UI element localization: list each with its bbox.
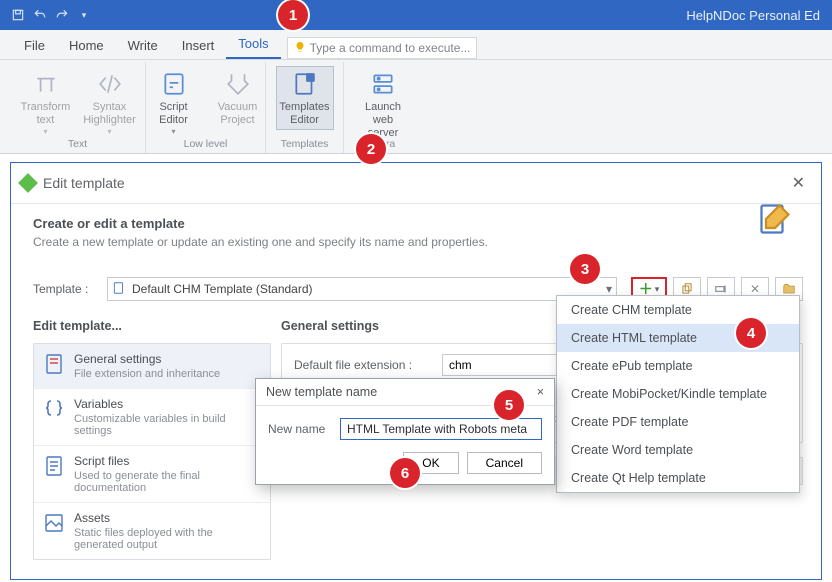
- leftnav-item-title: Assets: [74, 511, 262, 525]
- template-combobox[interactable]: Default CHM Template (Standard) ▾: [107, 277, 617, 301]
- ribbon-group-text: Transform text ▾ Syntax Highlighter ▾ Te…: [10, 62, 146, 153]
- template-combobox-value: Default CHM Template (Standard): [132, 282, 313, 296]
- vacuum-project-icon: [222, 69, 254, 99]
- leftnav-list: General settings File extension and inhe…: [33, 343, 271, 560]
- chevron-down-icon: ▾: [171, 127, 175, 136]
- leftnav-item-variables[interactable]: Variables Customizable variables in buil…: [34, 389, 270, 446]
- templates-editor-icon: T: [289, 69, 321, 99]
- modal-close-button[interactable]: ×: [537, 385, 544, 399]
- callout-6: 6: [390, 458, 420, 488]
- syntax-highlighter-icon: [94, 69, 126, 99]
- create-word-item[interactable]: Create Word template: [557, 436, 799, 464]
- create-mobipocket-item[interactable]: Create MobiPocket/Kindle template: [557, 380, 799, 408]
- script-editor-button[interactable]: Script Editor ▾: [145, 66, 203, 139]
- new-name-label: New name: [268, 422, 332, 436]
- templates-editor-label: Templates Editor: [279, 99, 331, 127]
- settings-page-icon: [42, 352, 66, 376]
- templates-editor-button[interactable]: T Templates Editor: [276, 66, 334, 130]
- chevron-down-icon: ▾: [655, 284, 660, 295]
- syntax-highlighter-label: Syntax Highlighter: [83, 99, 136, 127]
- vacuum-project-button[interactable]: Vacuum Project: [209, 66, 267, 139]
- cancel-button[interactable]: Cancel: [467, 452, 542, 474]
- dialog-subhead-title: Create or edit a template: [33, 216, 803, 231]
- leftnav-item-general[interactable]: General settings File extension and inhe…: [34, 344, 270, 389]
- gem-icon: [18, 173, 38, 193]
- callout-4: 4: [736, 318, 766, 348]
- menu-home[interactable]: Home: [57, 32, 116, 59]
- leftnav-item-scripts[interactable]: Script files Used to generate the final …: [34, 446, 270, 503]
- document-script-icon: [42, 454, 66, 478]
- menu-tools[interactable]: Tools: [226, 30, 280, 59]
- callout-3: 3: [570, 254, 600, 284]
- leftnav-item-assets[interactable]: Assets Static files deployed with the ge…: [34, 503, 270, 559]
- transform-text-icon: [30, 69, 62, 99]
- qat-dropdown-icon[interactable]: ▾: [74, 5, 94, 25]
- server-icon: [367, 69, 399, 99]
- modal-title: New template name: [266, 385, 377, 399]
- create-pdf-item[interactable]: Create PDF template: [557, 408, 799, 436]
- dialog-header: Edit template ✕: [11, 163, 821, 204]
- leftnav-item-title: Script files: [74, 454, 262, 468]
- ribbon-group-templates-label: Templates: [266, 138, 343, 150]
- callout-2: 2: [356, 134, 386, 164]
- ribbon-group-lowlevel: Script Editor ▾ Vacuum Project Low level: [146, 62, 266, 153]
- title-bar: ▾ HelpNDoc Personal Ed: [0, 0, 832, 30]
- template-combo-icon: [112, 281, 126, 298]
- ribbon: Transform text ▾ Syntax Highlighter ▾ Te…: [0, 60, 832, 154]
- callout-1: 1: [278, 0, 308, 30]
- launch-webserver-label: Launch web server: [357, 99, 409, 140]
- svg-text:T: T: [308, 75, 312, 82]
- create-epub-item[interactable]: Create ePub template: [557, 352, 799, 380]
- command-search-box[interactable]: Type a command to execute...: [287, 37, 478, 59]
- leftnav-item-title: Variables: [74, 397, 262, 411]
- create-qthelp-item[interactable]: Create Qt Help template: [557, 464, 799, 492]
- template-label: Template :: [33, 282, 99, 296]
- new-name-input[interactable]: [340, 418, 542, 440]
- callout-5: 5: [494, 390, 524, 420]
- ribbon-group-text-label: Text: [10, 138, 145, 150]
- lightbulb-icon: [294, 41, 306, 56]
- leftnav-item-sub: File extension and inheritance: [74, 368, 220, 380]
- close-button[interactable]: ✕: [786, 171, 811, 195]
- braces-icon: [42, 397, 66, 421]
- transform-text-button[interactable]: Transform text ▾: [17, 66, 75, 139]
- menu-row: File Home Write Insert Tools Type a comm…: [0, 30, 832, 60]
- vacuum-project-label: Vacuum Project: [212, 99, 264, 127]
- dialog-subheading: Create or edit a template Create a new t…: [33, 216, 803, 249]
- app-title: HelpNDoc Personal Ed: [686, 8, 832, 23]
- ribbon-group-templates: T Templates Editor Templates: [266, 62, 344, 153]
- undo-icon[interactable]: [30, 5, 50, 25]
- create-chm-item[interactable]: Create CHM template: [557, 296, 799, 324]
- leftnav-item-sub: Static files deployed with the generated…: [74, 527, 262, 551]
- edit-template-icon: [757, 201, 793, 237]
- menu-insert[interactable]: Insert: [170, 32, 227, 59]
- default-ext-label: Default file extension :: [294, 358, 434, 372]
- dialog-subhead-desc: Create a new template or update an exist…: [33, 235, 803, 249]
- chevron-down-icon: ▾: [43, 127, 47, 136]
- chevron-down-icon: ▾: [606, 282, 612, 296]
- menu-file[interactable]: File: [12, 32, 57, 59]
- syntax-highlighter-button[interactable]: Syntax Highlighter ▾: [81, 66, 139, 139]
- chevron-down-icon: ▾: [107, 127, 111, 136]
- transform-text-label: Transform text: [20, 99, 72, 127]
- menu-write[interactable]: Write: [116, 32, 170, 59]
- save-icon[interactable]: [8, 5, 28, 25]
- assets-icon: [42, 511, 66, 535]
- command-placeholder-text: Type a command to execute...: [310, 41, 471, 55]
- leftnav-item-sub: Customizable variables in build settings: [74, 413, 262, 437]
- script-editor-label: Script Editor: [148, 99, 200, 127]
- leftnav-heading: Edit template...: [33, 319, 271, 333]
- dialog-title: Edit template: [43, 175, 125, 191]
- redo-icon[interactable]: [52, 5, 72, 25]
- leftnav-item-title: General settings: [74, 352, 220, 366]
- script-editor-icon: [158, 69, 190, 99]
- leftnav-item-sub: Used to generate the final documentation: [74, 470, 262, 494]
- ribbon-group-lowlevel-label: Low level: [146, 138, 265, 150]
